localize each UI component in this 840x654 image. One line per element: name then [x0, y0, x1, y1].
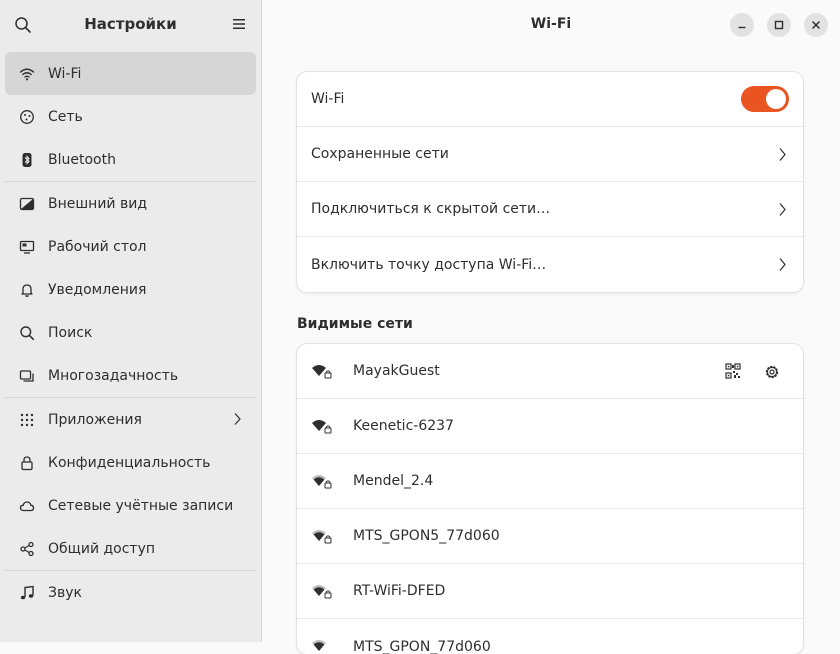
wifi-secured-icon: [311, 418, 333, 436]
wifi-secured-icon: [311, 473, 333, 491]
sidebar-item-search[interactable]: Поиск: [5, 311, 256, 354]
sidebar-list: Wi-Fi Сеть Bluetooth: [0, 52, 261, 614]
network-name: RT-WiFi-DFED: [353, 583, 445, 599]
sidebar-item-apps[interactable]: Приложения: [5, 398, 256, 441]
apps-grid-icon: [19, 412, 35, 428]
sidebar-item-privacy[interactable]: Конфиденциальность: [5, 441, 256, 484]
main-panel: Wi-Fi Wi-Fi Сохраненные сети: [262, 0, 840, 642]
network-row[interactable]: MTS_GPON_77d060: [297, 619, 803, 654]
network-row[interactable]: Mendel_2.4: [297, 454, 803, 509]
wifi-settings-card: Wi-Fi Сохраненные сети Подключиться к ск…: [297, 72, 803, 292]
sidebar-title: Настройки: [0, 15, 261, 33]
sidebar-item-sound[interactable]: Звук: [5, 571, 256, 614]
hotspot-row[interactable]: Включить точку доступа Wi-Fi…: [297, 237, 803, 292]
sidebar-item-label: Приложения: [48, 412, 142, 428]
toggle-knob: [766, 89, 786, 109]
sidebar-item-desktop[interactable]: Рабочий стол: [5, 225, 256, 268]
network-row-connected[interactable]: MayakGuest: [297, 344, 803, 399]
wifi-toggle-label: Wi-Fi: [311, 91, 344, 107]
qr-code-icon[interactable]: [725, 363, 741, 379]
gear-icon[interactable]: [763, 363, 781, 381]
wifi-secured-icon: [311, 638, 333, 654]
cloud-icon: [19, 498, 35, 514]
chevron-right-icon: [232, 412, 242, 426]
sidebar-item-notifications[interactable]: Уведомления: [5, 268, 256, 311]
sidebar-item-bluetooth[interactable]: Bluetooth: [5, 138, 256, 181]
minimize-button[interactable]: [730, 13, 754, 37]
row-label: Включить точку доступа Wi-Fi…: [311, 257, 546, 273]
chevron-right-icon: [778, 147, 787, 162]
wifi-icon: [19, 66, 35, 82]
sidebar-item-network[interactable]: Сеть: [5, 95, 256, 138]
sidebar-item-online-accounts[interactable]: Сетевые учётные записи: [5, 484, 256, 527]
share-icon: [19, 541, 35, 557]
sidebar-item-multitasking[interactable]: Многозадачность: [5, 354, 256, 397]
wifi-secured-icon: [311, 363, 333, 381]
bluetooth-icon: [19, 152, 35, 168]
sidebar-item-label: Внешний вид: [48, 196, 147, 212]
sidebar-item-label: Сеть: [48, 109, 83, 125]
sidebar-item-label: Bluetooth: [48, 152, 116, 168]
wifi-secured-icon: [311, 583, 333, 601]
wifi-secured-icon: [311, 528, 333, 546]
connect-hidden-network-row[interactable]: Подключиться к скрытой сети…: [297, 182, 803, 237]
multitasking-icon: [19, 368, 35, 384]
chevron-right-icon: [778, 202, 787, 217]
visible-networks-heading: Видимые сети: [297, 316, 413, 332]
network-name: MTS_GPON5_77d060: [353, 528, 500, 544]
sidebar: Настройки Wi-Fi: [0, 0, 262, 642]
network-name: MayakGuest: [353, 363, 440, 379]
music-note-icon: [19, 585, 35, 601]
network-row[interactable]: MTS_GPON5_77d060: [297, 509, 803, 564]
network-name: MTS_GPON_77d060: [353, 639, 491, 654]
sidebar-item-label: Сетевые учётные записи: [48, 498, 233, 514]
sidebar-header: Настройки: [0, 0, 261, 50]
network-name: Keenetic-6237: [353, 418, 454, 434]
sidebar-item-label: Wi-Fi: [48, 66, 81, 82]
bell-icon: [19, 282, 35, 298]
maximize-icon: [774, 20, 784, 30]
row-label: Сохраненные сети: [311, 146, 449, 162]
sidebar-item-label: Поиск: [48, 325, 92, 341]
maximize-button[interactable]: [767, 13, 791, 37]
networks-list-card: MayakGuest: [297, 344, 803, 654]
network-icon: [19, 109, 35, 125]
sidebar-item-label: Многозадачность: [48, 368, 178, 384]
sidebar-item-label: Уведомления: [48, 282, 146, 298]
sidebar-item-appearance[interactable]: Внешний вид: [5, 182, 256, 225]
network-row[interactable]: RT-WiFi-DFED: [297, 564, 803, 619]
desktop-icon: [19, 239, 35, 255]
sidebar-item-sharing[interactable]: Общий доступ: [5, 527, 256, 570]
saved-networks-row[interactable]: Сохраненные сети: [297, 127, 803, 182]
appearance-icon: [19, 196, 35, 212]
wifi-toggle-switch[interactable]: [741, 86, 789, 112]
network-row[interactable]: Keenetic-6237: [297, 399, 803, 454]
sidebar-item-label: Конфиденциальность: [48, 455, 210, 471]
hamburger-menu-icon[interactable]: [231, 16, 247, 32]
network-name: Mendel_2.4: [353, 473, 433, 489]
sidebar-item-wifi[interactable]: Wi-Fi: [5, 52, 256, 95]
lock-icon: [19, 455, 35, 471]
minimize-icon: [737, 20, 747, 30]
sidebar-item-label: Рабочий стол: [48, 239, 147, 255]
close-button[interactable]: [804, 13, 828, 37]
row-label: Подключиться к скрытой сети…: [311, 201, 550, 217]
sidebar-item-label: Общий доступ: [48, 541, 155, 557]
chevron-right-icon: [778, 257, 787, 272]
sidebar-item-label: Звук: [48, 585, 82, 601]
wifi-toggle-row[interactable]: Wi-Fi: [297, 72, 803, 127]
search-icon: [19, 325, 35, 341]
close-icon: [811, 20, 821, 30]
